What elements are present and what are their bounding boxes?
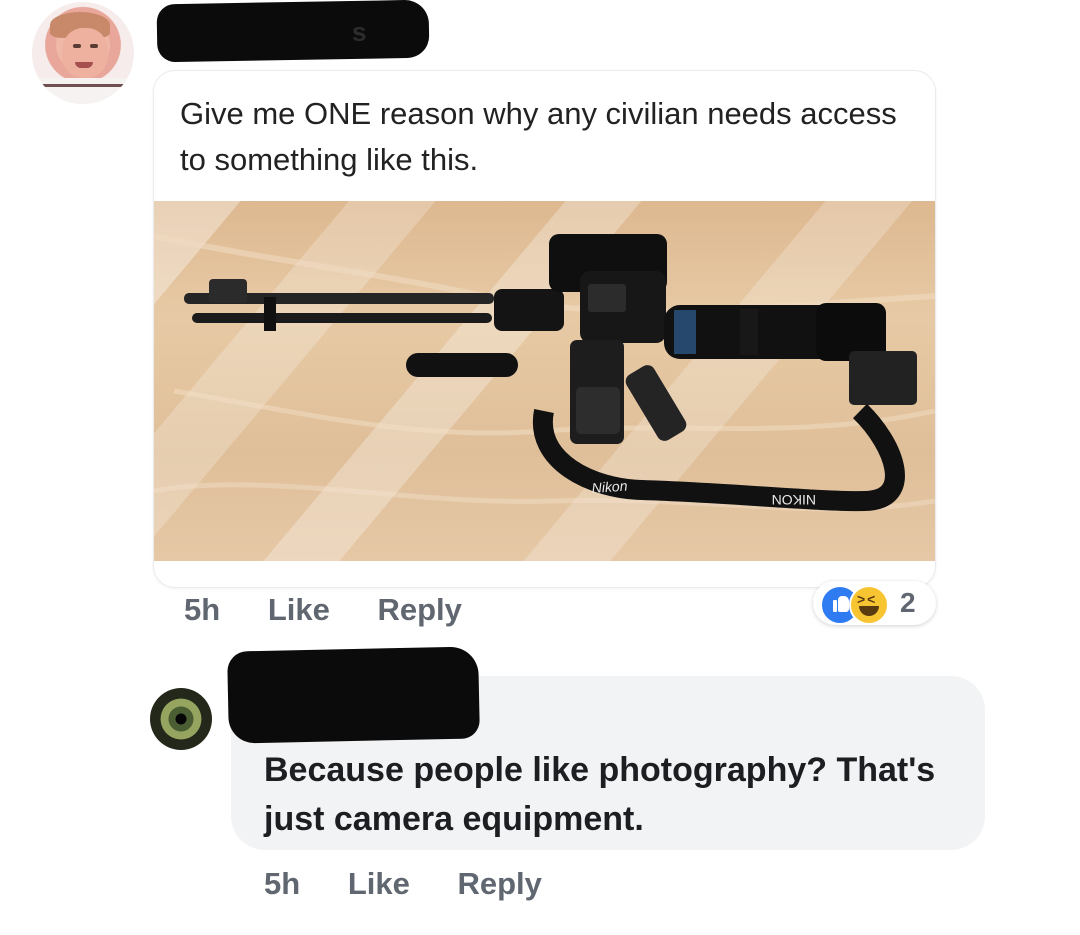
post-like-button[interactable]: Like [268,592,330,627]
post-photo[interactable]: Nikon NIKON [154,201,935,561]
post-comment-bubble: Give me ONE reason why any civilian need… [153,70,936,588]
avatar-strip [38,84,128,87]
redacted-name-fragment: s [351,16,367,47]
profile-picture-top[interactable] [32,2,134,104]
avatar-eye-left [73,44,81,48]
reply-meta-row: 5h Like Reply [264,866,581,902]
profile-picture-reply[interactable] [150,688,212,750]
reply-reply-button[interactable]: Reply [457,866,541,901]
avatar-face [62,28,108,78]
post-meta-row: 5h Like Reply [184,592,501,628]
reply-time: 5h [264,866,301,901]
post-time: 5h [184,592,221,627]
reaction-count: 2 [900,587,916,618]
post-text: Give me ONE reason why any civilian need… [180,96,897,177]
reaction-summary[interactable]: 2 [813,581,936,625]
lens [664,303,917,405]
redacted-name-reply [227,646,480,744]
redacted-name-top: s [156,0,430,63]
tripod [184,279,564,331]
camera-gear-illustration: Nikon NIKON [154,233,935,512]
avatar-shirt [32,78,134,104]
strap-text-right: NIKON [772,492,816,508]
avatar-eye-right [90,44,98,48]
post-reply-button[interactable]: Reply [377,592,461,627]
reply-like-button[interactable]: Like [348,866,410,901]
reply-text: Because people like photography? That's … [264,751,936,838]
laugh-icon [849,585,889,625]
strap-text-left: Nikon [591,478,628,496]
